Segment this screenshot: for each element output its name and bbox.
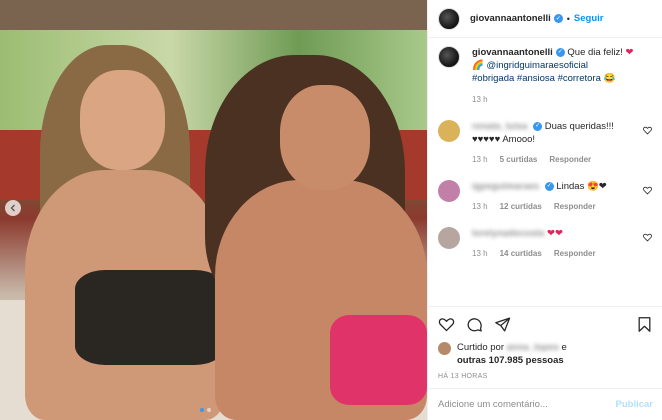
comment-text: Lindas 😍❤ [556, 181, 607, 192]
verified-badge-icon: ✓ [553, 14, 563, 23]
hashtag-corretora[interactable]: #corretora [558, 73, 601, 84]
action-icons [438, 313, 653, 335]
chevron-left-icon [10, 204, 15, 212]
add-comment-bar: Publicar [428, 388, 662, 420]
verified-badge-icon: ✓ [544, 181, 554, 191]
liker-username[interactable]: anna_lopes [507, 342, 559, 353]
reply-button[interactable]: Responder [554, 247, 596, 260]
publish-button[interactable]: Publicar [616, 399, 654, 410]
post-photo[interactable] [0, 0, 427, 420]
person-right-face [280, 85, 370, 190]
likes-prefix: Curtido por [457, 342, 507, 353]
hashtag-obrigada[interactable]: #obrigada [472, 73, 514, 84]
commenter-username[interactable]: renata_luisa [472, 121, 527, 132]
comment-time[interactable]: 13 h [472, 153, 488, 166]
post-caption: giovannaantonelli ✓ Que dia feliz! ❤ 🌈 @i… [438, 46, 652, 106]
like-comment-heart-icon[interactable] [643, 126, 652, 135]
caption-username[interactable]: giovannaantonelli [472, 47, 553, 58]
like-heart-icon[interactable] [438, 316, 455, 333]
comment-body: renata_luisa ✓ Duas queridas!!! ♥♥♥♥♥ Am… [472, 120, 642, 166]
commenter-avatar[interactable] [438, 120, 460, 142]
comments-list[interactable]: giovannaantonelli ✓ Que dia feliz! ❤ 🌈 @i… [428, 38, 662, 306]
header-separator: • [566, 13, 570, 24]
likes-summary: Curtido por anna_lopes e outras 107.985 … [438, 341, 653, 367]
likes-text: Curtido por anna_lopes e outras 107.985 … [457, 341, 567, 367]
caption-author-avatar[interactable] [438, 46, 460, 68]
posted-time[interactable]: HÁ 13 HORAS [438, 373, 653, 380]
caption-time[interactable]: 13 h [472, 93, 647, 106]
likes-count-link[interactable]: outras 107.985 pessoas [457, 355, 564, 366]
commenter-avatar[interactable] [438, 227, 460, 249]
post-side-panel: giovannaantonelli ✓ • Seguir giovannaant… [427, 0, 662, 420]
verified-badge-icon: ✓ [533, 121, 543, 131]
comment-input[interactable] [438, 399, 616, 410]
commenter-username[interactable]: igpeguimaraes [472, 181, 539, 192]
post-header: giovannaantonelli ✓ • Seguir [428, 0, 662, 38]
person-left-face [80, 70, 165, 170]
comment-time[interactable]: 13 h [472, 200, 488, 213]
reply-button[interactable]: Responder [554, 200, 596, 213]
rainbow-emoji: 🌈 [472, 60, 487, 71]
comment-item: lorelynadecosta ❤❤ 13 h 14 curtidas Resp… [438, 227, 652, 260]
hashtag-ansiosa[interactable]: #ansiosa [517, 73, 555, 84]
laughing-emoji: 😂 [600, 73, 616, 84]
author-username[interactable]: giovannaantonelli [470, 13, 551, 24]
comment-item: renata_luisa ✓ Duas queridas!!! ♥♥♥♥♥ Am… [438, 120, 652, 166]
carousel-dot-active [200, 408, 204, 412]
carousel-prev-button[interactable] [5, 200, 21, 216]
caption-mention[interactable]: @ingridguimaraesoficial [486, 60, 588, 71]
comment-item: igpeguimaraes ✓ Lindas 😍❤ 13 h 12 curtid… [438, 180, 652, 213]
comment-text: ❤❤ [546, 228, 563, 239]
like-comment-heart-icon[interactable] [643, 233, 652, 242]
carousel-dots [200, 408, 211, 412]
commenter-avatar[interactable] [438, 180, 460, 202]
save-bookmark-icon[interactable] [636, 316, 653, 333]
person-right-swimsuit [330, 315, 427, 405]
post-actions: Curtido por anna_lopes e outras 107.985 … [428, 306, 662, 380]
comment-likes[interactable]: 12 curtidas [500, 200, 542, 213]
comment-bubble-icon[interactable] [466, 316, 483, 333]
reply-button[interactable]: Responder [549, 153, 591, 166]
follow-button[interactable]: Seguir [574, 13, 604, 24]
comment-body: igpeguimaraes ✓ Lindas 😍❤ 13 h 12 curtid… [472, 180, 642, 213]
liker-avatar[interactable] [438, 342, 451, 355]
verified-badge-icon: ✓ [555, 47, 565, 57]
comment-meta: 13 h 5 curtidas Responder [472, 153, 642, 166]
comment-meta: 13 h 12 curtidas Responder [472, 200, 642, 213]
comment-meta: 13 h 14 curtidas Responder [472, 247, 642, 260]
likes-conj: e [558, 342, 567, 353]
caption-text: giovannaantonelli ✓ Que dia feliz! ❤ 🌈 @i… [472, 46, 647, 106]
carousel-dot [207, 408, 211, 412]
comment-likes[interactable]: 5 curtidas [500, 153, 538, 166]
author-avatar[interactable] [438, 7, 460, 30]
commenter-username[interactable]: lorelynadecosta [472, 228, 544, 239]
like-comment-heart-icon[interactable] [643, 186, 652, 195]
comment-body: lorelynadecosta ❤❤ 13 h 14 curtidas Resp… [472, 227, 642, 260]
person-left-swimsuit [75, 270, 225, 365]
heart-emoji: ❤ [625, 47, 634, 58]
caption-text-1: Que dia feliz! [564, 47, 626, 58]
comment-time[interactable]: 13 h [472, 247, 488, 260]
comment-likes[interactable]: 14 curtidas [500, 247, 542, 260]
share-paper-plane-icon[interactable] [494, 316, 511, 333]
